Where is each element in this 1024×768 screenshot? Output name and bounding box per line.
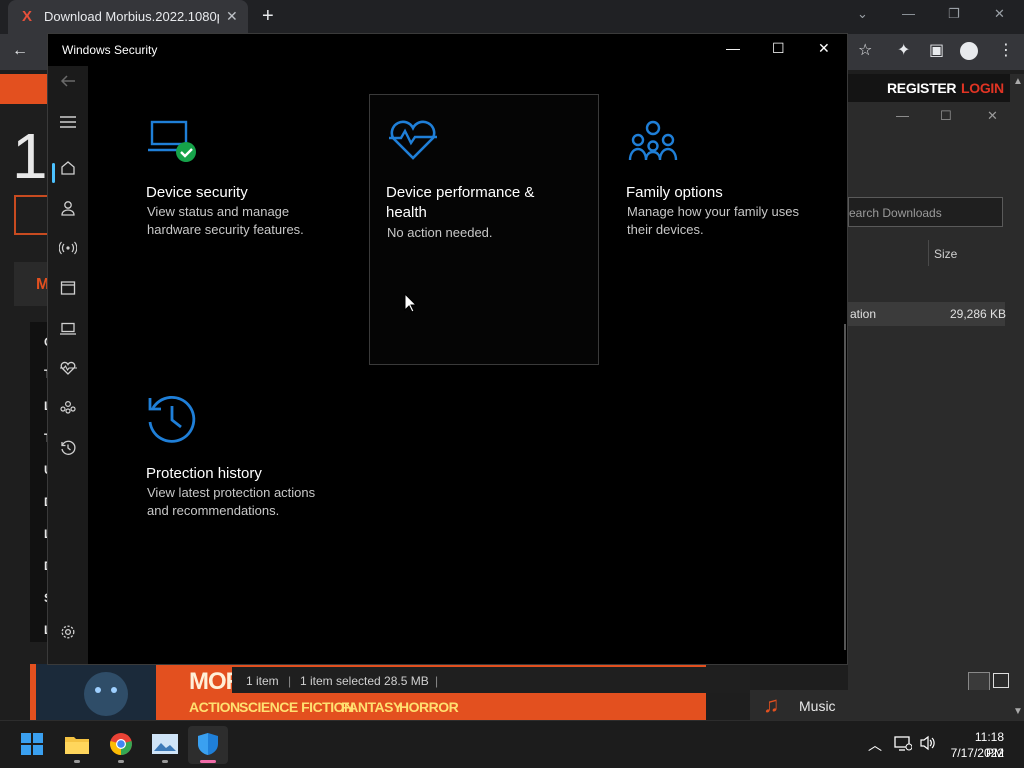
tiles-view-icon[interactable]	[993, 673, 1009, 688]
status-separator: |	[288, 674, 292, 688]
card-title: Protection history	[146, 465, 262, 482]
register-link[interactable]: REGISTER	[887, 80, 956, 96]
card-description: Manage how your family uses	[627, 204, 799, 219]
show-hidden-icons-chevron-icon[interactable]: ︿	[868, 735, 882, 755]
browser-minimize-icon[interactable]: —	[902, 6, 915, 22]
page-scrollbar[interactable]	[1010, 74, 1024, 720]
login-link[interactable]: LOGIN	[961, 80, 1004, 96]
minimize-icon[interactable]: —	[726, 40, 740, 56]
movie-poster-image[interactable]	[36, 664, 156, 720]
security-scrollbar[interactable]	[844, 324, 846, 650]
card-description: and recommendations.	[147, 503, 280, 518]
maximize-icon[interactable]: ☐	[772, 40, 785, 56]
volume-icon[interactable]	[919, 735, 937, 756]
downloads-maximize-icon[interactable]: ☐	[940, 108, 952, 124]
card-description: hardware security features.	[147, 222, 304, 237]
taskbar-running-indicator	[74, 760, 80, 763]
downloads-close-icon[interactable]: ✕	[987, 108, 998, 124]
chrome-icon[interactable]	[109, 732, 133, 761]
card-description: their devices.	[627, 222, 704, 237]
genre-tag[interactable]: ACTION	[189, 699, 240, 715]
site-header-accent	[0, 74, 48, 104]
photos-app-icon[interactable]	[152, 734, 178, 759]
nav-active-indicator	[52, 163, 55, 183]
close-icon[interactable]: ✕	[818, 40, 830, 56]
downloads-search-input[interactable]: earch Downloads	[848, 197, 1003, 227]
site-favicon-icon: X	[22, 8, 33, 25]
new-tab-button[interactable]: +	[262, 5, 274, 27]
app-browser-icon[interactable]	[56, 280, 80, 304]
browser-restore-icon[interactable]: ❐	[948, 6, 960, 22]
hamburger-menu-icon[interactable]	[56, 113, 80, 137]
file-row-size: 29,286 KB	[950, 307, 1007, 321]
firewall-network-icon[interactable]	[56, 240, 80, 264]
column-divider	[928, 240, 929, 266]
card-description: View status and manage	[147, 204, 290, 219]
extensions-puzzle-icon[interactable]: ✦	[897, 42, 910, 60]
device-security-icon[interactable]	[56, 320, 80, 344]
music-folder-item[interactable]	[750, 690, 992, 720]
home-icon[interactable]	[56, 160, 80, 184]
downloads-window	[848, 102, 1014, 720]
start-windows-icon[interactable]	[21, 733, 43, 760]
card-description: View latest protection actions	[147, 485, 316, 500]
status-selected: 1 item selected 28.5 MB	[300, 674, 429, 688]
genre-tag[interactable]: FANTASY	[341, 699, 402, 715]
family-icon	[627, 118, 679, 169]
card-title: Device performance &	[386, 184, 535, 201]
network-icon[interactable]	[894, 735, 913, 756]
card-title: Family options	[626, 184, 723, 201]
details-view-icon[interactable]	[968, 672, 990, 692]
taskbar-running-indicator	[162, 760, 168, 763]
security-shield-icon	[197, 732, 219, 761]
scroll-up-icon[interactable]: ▲	[1013, 76, 1023, 87]
mouse-cursor-icon	[404, 292, 418, 318]
card-title: health	[386, 204, 427, 221]
family-options-icon[interactable]	[56, 400, 80, 424]
settings-gear-icon[interactable]	[56, 624, 80, 648]
genre-tag[interactable]: SCIENCE FICTION	[239, 699, 354, 715]
browser-close-icon[interactable]: ✕	[994, 6, 1005, 22]
browser-tab-title[interactable]: Download Morbius.2022.1080p.W	[44, 9, 219, 25]
status-separator: |	[435, 674, 439, 688]
clock-date[interactable]: 7/17/2022	[946, 745, 1004, 761]
heart-pulse-icon	[387, 116, 439, 167]
side-panel-icon[interactable]: ▣	[929, 42, 944, 60]
scroll-down-icon[interactable]: ▼	[1013, 706, 1023, 717]
genre-tag[interactable]: HORROR	[399, 699, 459, 715]
close-tab-icon[interactable]: ✕	[226, 8, 238, 24]
browser-back-icon[interactable]: ←	[12, 42, 28, 60]
tab-search-chevron-icon[interactable]: ⌄	[857, 6, 868, 22]
browser-menu-icon[interactable]: ⋮	[998, 42, 1014, 60]
taskbar-active-indicator	[200, 760, 216, 763]
size-column-header[interactable]: Size	[934, 247, 957, 261]
back-arrow-icon[interactable]	[56, 72, 80, 96]
music-note-icon: ♫	[763, 692, 780, 717]
account-icon[interactable]	[56, 200, 80, 224]
downloads-minimize-icon[interactable]: —	[896, 108, 909, 123]
bookmark-star-icon[interactable]: ☆	[858, 42, 872, 60]
window-title: Windows Security	[62, 43, 158, 57]
profile-avatar-icon[interactable]	[960, 42, 978, 60]
device-performance-icon[interactable]	[56, 360, 80, 384]
music-folder-label: Music	[799, 698, 836, 714]
downloads-status-bar: 1 item | 1 item selected 28.5 MB |	[232, 667, 750, 693]
history-clock-icon	[146, 394, 200, 449]
card-status: No action needed.	[387, 225, 493, 240]
file-row-name: ation	[850, 307, 877, 321]
laptop-shield-check-icon	[146, 118, 200, 169]
file-explorer-icon[interactable]	[65, 734, 89, 759]
protection-history-icon[interactable]	[56, 440, 80, 464]
card-title: Device security	[146, 184, 248, 201]
taskbar-running-indicator	[118, 760, 124, 763]
status-item-count: 1 item	[246, 674, 279, 688]
